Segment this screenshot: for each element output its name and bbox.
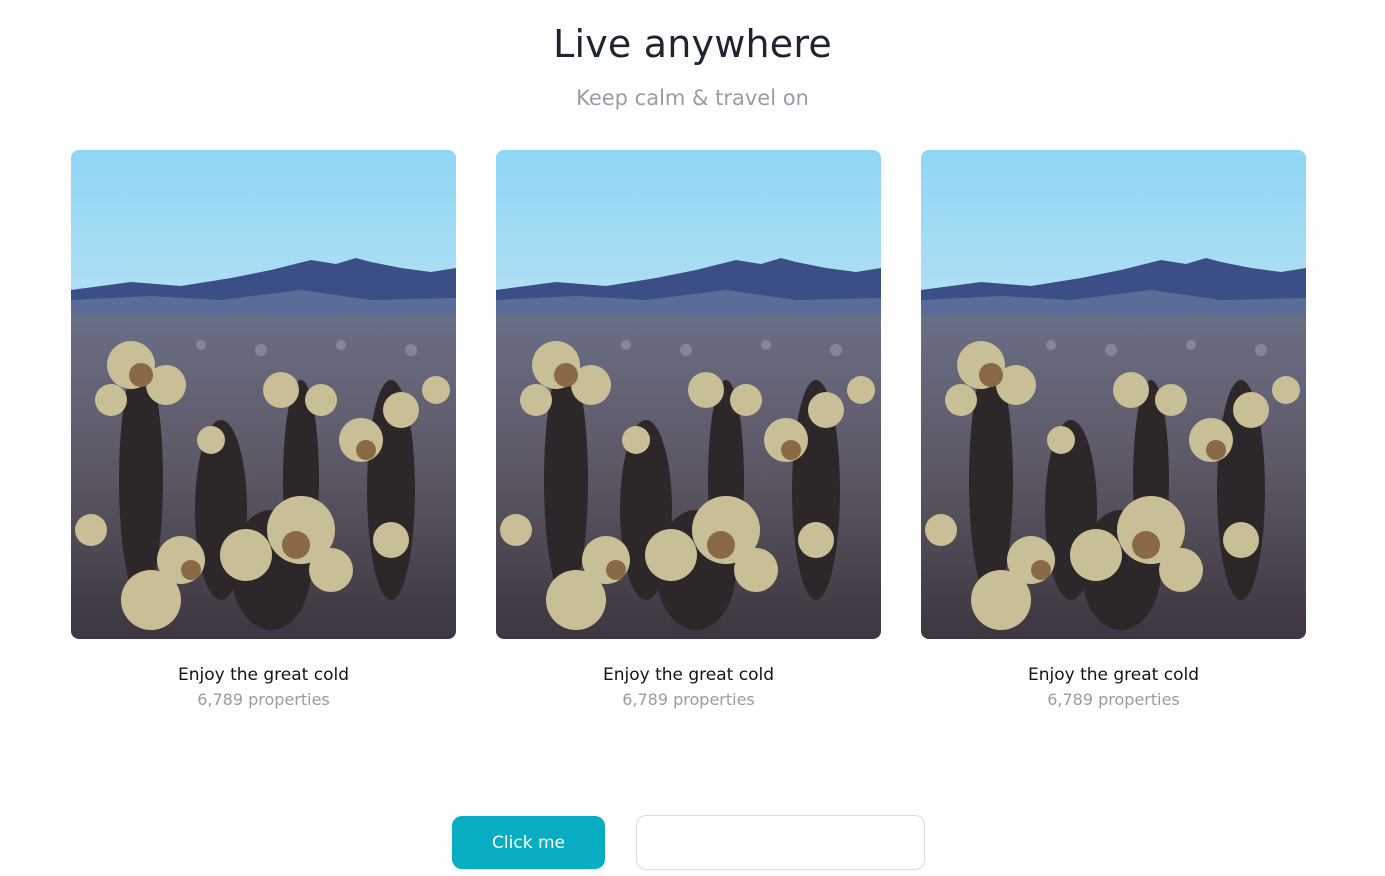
desert-cactus-landscape-photo	[921, 150, 1306, 639]
page: Live anywhere Keep calm & travel on Enjo…	[0, 0, 1385, 876]
destination-card[interactable]: Enjoy the great cold 6,789 properties	[921, 150, 1306, 711]
page-subtitle: Keep calm & travel on	[576, 86, 809, 110]
desert-cactus-landscape-photo	[71, 150, 456, 639]
card-property-count: 6,789 properties	[622, 690, 755, 709]
page-title: Live anywhere	[553, 22, 832, 66]
card-title: Enjoy the great cold	[177, 665, 350, 685]
card-property-count: 6,789 properties	[197, 690, 330, 709]
destination-card[interactable]: Enjoy the great cold 6,789 properties	[496, 150, 881, 711]
card-title: Enjoy the great cold	[602, 665, 775, 685]
card-title: Enjoy the great cold	[1027, 665, 1200, 685]
click-me-button[interactable]: Click me	[452, 816, 605, 869]
card-photo[interactable]	[71, 150, 456, 639]
card-photo[interactable]	[921, 150, 1306, 639]
text-input[interactable]	[636, 815, 925, 870]
card-property-count: 6,789 properties	[1047, 690, 1180, 709]
destination-card[interactable]: Enjoy the great cold 6,789 properties	[71, 150, 456, 711]
card-photo[interactable]	[496, 150, 881, 639]
desert-cactus-landscape-photo	[496, 150, 881, 639]
